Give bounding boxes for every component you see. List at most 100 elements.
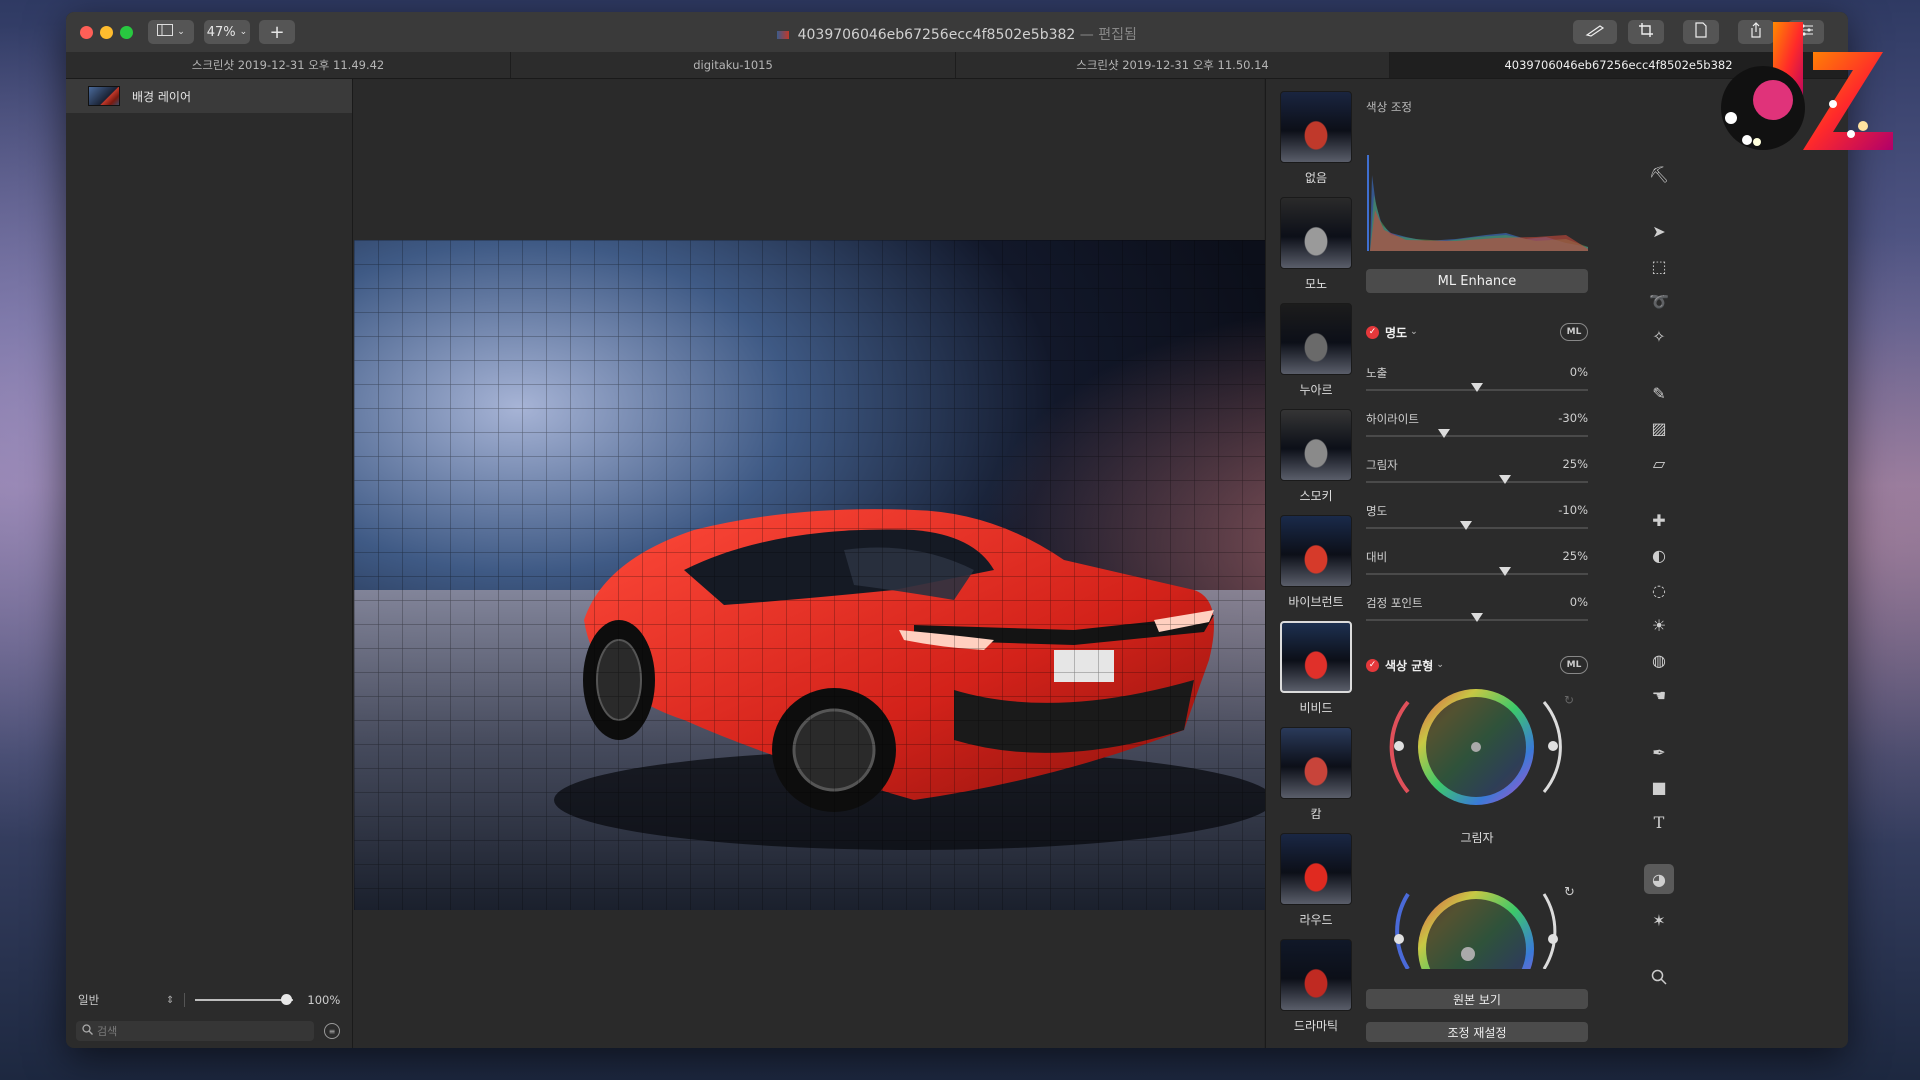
preset-label: 라우드 [1299, 913, 1333, 927]
light-group-title: 명도 [1385, 325, 1408, 340]
adjust-slider[interactable]: 대비 25% [1366, 549, 1588, 589]
magic-wand-icon[interactable]: ✧ [1648, 325, 1670, 347]
slider-knob[interactable] [1471, 383, 1483, 392]
checkmark-icon[interactable]: ✓ [1366, 658, 1379, 672]
preset-label: 드라마틱 [1293, 1019, 1339, 1033]
zoom-magnifier-icon[interactable] [1648, 966, 1670, 988]
paintbrush-icon[interactable]: ✎ [1648, 382, 1670, 404]
reset-wheel-icon[interactable]: ↻ [1564, 693, 1574, 707]
slider-knob[interactable] [1471, 613, 1483, 622]
sponge-icon[interactable]: ◍ [1648, 649, 1670, 671]
opacity-value: 100% [307, 993, 341, 1007]
preset-thumbnail [1280, 939, 1352, 1011]
brush-tool-button[interactable] [1573, 20, 1617, 44]
app-window: ⌄ 47% ⌄ + 4039706046eb67256ecc4f8502e5b3… [66, 12, 1848, 1048]
document-title: 4039706046eb67256ecc4f8502e5b382 [797, 27, 1076, 43]
slider-knob[interactable] [1437, 429, 1450, 438]
reset-adjustments-button[interactable]: 조정 재설정 [1366, 1022, 1588, 1042]
layer-search-field[interactable]: 검색 [76, 1021, 314, 1041]
slider-knob[interactable] [1498, 475, 1511, 484]
tool-palette: ⛏ ➤ ⬚ ➰ ✧ ✎ ▨ ▱ ✚ ◐ ◌ ☀ ◍ ☚ ✒ ■ T ◕ ✶ [1630, 79, 1690, 1048]
preset-label: 없음 [1304, 171, 1328, 185]
smudge-icon[interactable]: ☚ [1648, 684, 1670, 706]
layer-row-background[interactable]: 배경 레이어 [66, 79, 352, 113]
reset-wheel-icon[interactable]: ↻ [1564, 885, 1575, 900]
crop-icon [1638, 22, 1654, 42]
preset-item[interactable]: 비비드 [1280, 621, 1352, 716]
blend-mode-select[interactable]: 일반 [78, 992, 166, 1008]
slider-label: 명도 [1366, 504, 1388, 518]
tab-screenshot-2[interactable]: 스크린샷 2019-12-31 오후 11.50.14 [956, 52, 1390, 78]
preset-label: 누아르 [1299, 383, 1333, 397]
preset-item[interactable]: 누아르 [1280, 303, 1352, 398]
slider-label: 대비 [1366, 550, 1388, 564]
slider-knob[interactable] [1459, 521, 1472, 530]
adjust-slider[interactable]: 명도 -10% [1366, 503, 1588, 543]
effects-star-icon[interactable]: ✶ [1648, 909, 1670, 931]
slider-track [1366, 527, 1588, 529]
color-balance-group-header[interactable]: ✓ 색상 균형 ⌄ ML [1366, 655, 1588, 675]
checkmark-icon[interactable]: ✓ [1366, 325, 1379, 339]
midtones-color-wheel[interactable] [1388, 879, 1564, 969]
lasso-icon[interactable]: ➰ [1648, 290, 1670, 312]
preset-item[interactable]: 라우드 [1280, 833, 1352, 928]
gradient-icon[interactable]: ▨ [1648, 417, 1670, 439]
search-placeholder: 검색 [97, 1025, 118, 1038]
preset-item[interactable]: 캄 [1280, 727, 1352, 822]
color-balance-title: 색상 균형 [1385, 658, 1434, 673]
crop-button[interactable] [1628, 20, 1664, 44]
slider-value: 25% [1562, 549, 1588, 563]
preset-item[interactable]: 없음 [1280, 91, 1352, 186]
opacity-knob[interactable] [281, 994, 293, 1005]
preset-item[interactable]: 드라마틱 [1280, 939, 1352, 1034]
slider-label: 하이라이트 [1366, 412, 1419, 426]
tab-screenshot-1[interactable]: 스크린샷 2019-12-31 오후 11.49.42 [66, 52, 511, 78]
shadows-color-wheel[interactable] [1388, 687, 1564, 813]
opacity-track [195, 999, 294, 1001]
ml-enhance-button[interactable]: ML Enhance [1366, 269, 1588, 293]
light-group-header[interactable]: ✓ 명도 ⌄ ML [1366, 322, 1588, 342]
ml-light-toggle[interactable]: ML [1560, 323, 1588, 341]
pen-icon[interactable]: ✒ [1648, 741, 1670, 763]
brush-icon [1585, 23, 1605, 41]
filter-icon[interactable]: ≡ [324, 1023, 340, 1039]
tab-digitaku[interactable]: digitaku-1015 [511, 52, 956, 78]
clone-stamp-icon[interactable]: ◐ [1648, 544, 1670, 566]
updown-chevron-icon: ⇕ [166, 994, 175, 1006]
adjust-slider[interactable]: 그림자 25% [1366, 457, 1588, 497]
divider [184, 993, 186, 1007]
eraser-icon[interactable]: ▱ [1648, 452, 1670, 474]
document-tabs: 스크린샷 2019-12-31 오후 11.49.42 digitaku-101… [66, 52, 1848, 79]
adjust-slider[interactable]: 하이라이트 -30% [1366, 411, 1588, 451]
layer-name: 배경 레이어 [132, 89, 192, 104]
show-original-button[interactable]: 원본 보기 [1366, 989, 1588, 1009]
search-icon [82, 1024, 93, 1038]
slider-label: 검정 포인트 [1366, 596, 1423, 610]
preset-item[interactable]: 모노 [1280, 197, 1352, 292]
preset-item[interactable]: 바이브런트 [1280, 515, 1352, 610]
document-export-icon [1694, 22, 1708, 42]
color-adjust-icon[interactable]: ◕ [1644, 864, 1674, 894]
opacity-slider[interactable] [195, 993, 294, 1007]
preset-item[interactable]: 스모키 [1280, 409, 1352, 504]
shape-icon[interactable]: ■ [1648, 776, 1670, 798]
preset-thumbnail [1280, 197, 1352, 269]
adjust-slider[interactable]: 검정 포인트 0% [1366, 595, 1588, 635]
slider-label: 그림자 [1366, 458, 1398, 472]
slider-knob[interactable] [1498, 567, 1511, 576]
document-icon [777, 31, 790, 39]
adjust-slider[interactable]: 노출 0% [1366, 365, 1588, 405]
layers-sidebar: 배경 레이어 일반 ⇕ 100% 검색 ≡ [66, 79, 353, 1048]
inspector-panel: 없음 모노 누아르 스모키 바이브런트 비비드 캄 라우드 드라마틱 색상 조정 ML Enha… [1265, 79, 1848, 1048]
arrow-pointer-icon[interactable]: ➤ [1648, 220, 1670, 242]
ml-color-balance-toggle[interactable]: ML [1560, 656, 1588, 674]
paint-bucket-icon[interactable]: ⛏ [1648, 163, 1670, 185]
bandage-icon[interactable]: ✚ [1648, 509, 1670, 531]
preset-list: 없음모노누아르스모키바이브런트비비드캄라우드드라마틱 [1266, 79, 1354, 1048]
lighten-sun-icon[interactable]: ☀ [1648, 614, 1670, 636]
wheel-label: 그림자 [1460, 831, 1494, 845]
slider-value: 0% [1569, 595, 1588, 609]
rect-select-icon[interactable]: ⬚ [1648, 255, 1670, 277]
text-icon[interactable]: T [1648, 811, 1670, 833]
blur-icon[interactable]: ◌ [1648, 579, 1670, 601]
